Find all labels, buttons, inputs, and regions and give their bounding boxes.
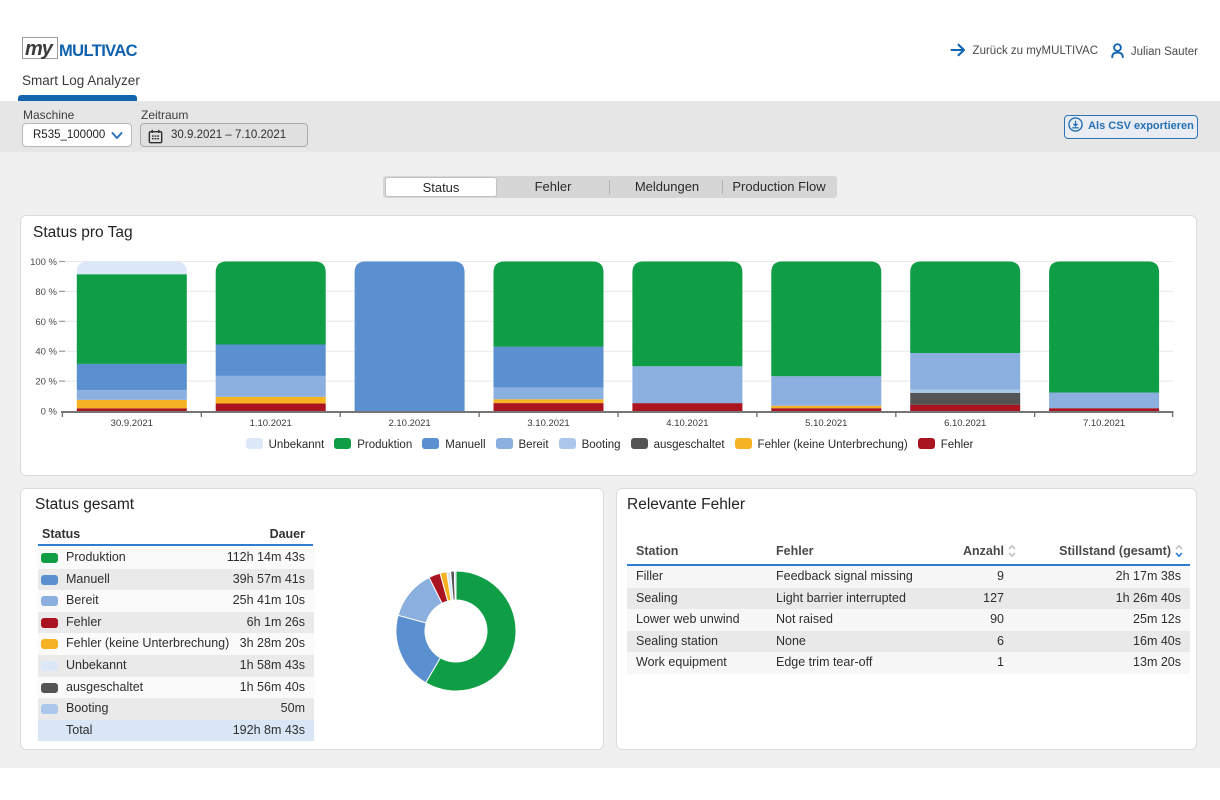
svg-text:60 %: 60 % [35, 317, 57, 328]
svg-text:6.10.2021: 6.10.2021 [944, 418, 986, 429]
svg-text:20 %: 20 % [35, 377, 57, 388]
svg-text:3.10.2021: 3.10.2021 [527, 418, 569, 429]
svg-text:2.10.2021: 2.10.2021 [388, 418, 430, 429]
svg-text:1.10.2021: 1.10.2021 [250, 418, 292, 429]
svg-text:30.9.2021: 30.9.2021 [111, 418, 153, 429]
svg-text:80 %: 80 % [35, 287, 57, 298]
svg-text:100 %: 100 % [30, 257, 57, 268]
svg-text:7.10.2021: 7.10.2021 [1083, 418, 1125, 429]
svg-text:40 %: 40 % [35, 347, 57, 358]
svg-text:0 %: 0 % [41, 407, 58, 418]
svg-text:5.10.2021: 5.10.2021 [805, 418, 847, 429]
svg-text:4.10.2021: 4.10.2021 [666, 418, 708, 429]
